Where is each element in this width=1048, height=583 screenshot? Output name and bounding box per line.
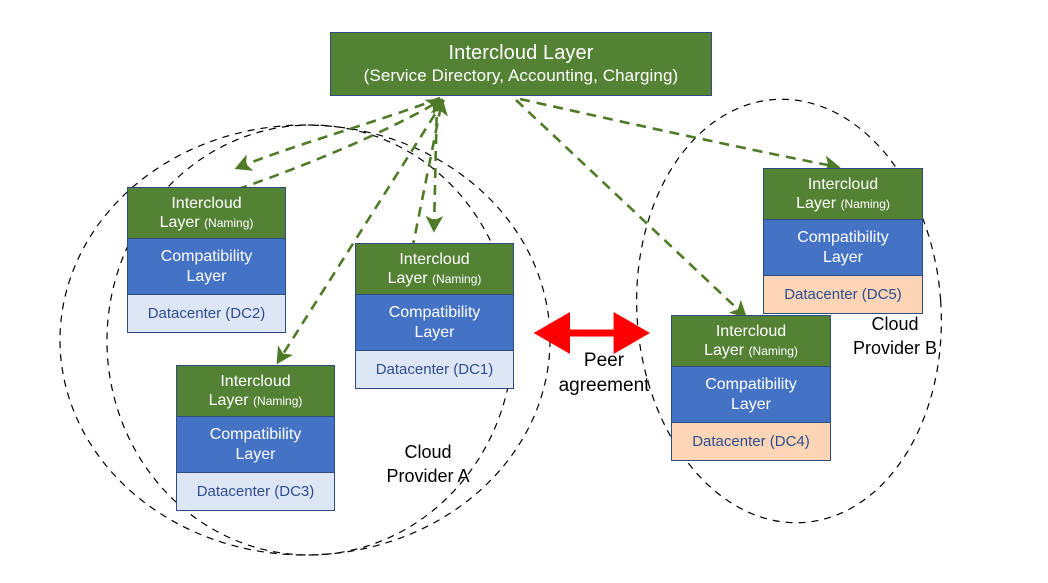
- cloud-provider-b-label: Cloud Provider B: [835, 312, 955, 360]
- peer-agreement-line1: Peer: [583, 350, 625, 371]
- stack-dc3-compatibility-layer: Compatibility Layer: [176, 417, 335, 473]
- stack-dc4-intercloud-layer: Intercloud Layer (Naming): [671, 315, 831, 367]
- stack-dc4-datacenter-label: Datacenter (DC4): [692, 433, 810, 450]
- stack-dc5-intercloud-naming: (Naming): [840, 196, 890, 211]
- intercloud-top-title: Intercloud Layer: [448, 42, 594, 64]
- stack-dc4-compat-line1: Compatibility: [705, 375, 797, 393]
- stack-dc3-datacenter-label: Datacenter (DC3): [196, 483, 315, 500]
- stack-dc3-datacenter: Datacenter (DC3): [176, 473, 335, 511]
- stack-dc2-datacenter: Datacenter (DC2): [127, 295, 286, 333]
- stack-dc1-compat-line2: Layer: [414, 323, 455, 341]
- stack-dc4-compatibility-layer: Compatibility Layer: [671, 367, 831, 423]
- stack-dc1-compat-line1: Compatibility: [388, 303, 481, 321]
- stack-dc5-intercloud-line1: Intercloud: [807, 175, 879, 193]
- link-top-to-dc1: [425, 99, 444, 233]
- stack-dc2-intercloud-line1: Intercloud: [171, 194, 242, 212]
- stack-dc1-datacenter-label: Datacenter (DC1): [375, 361, 494, 378]
- stack-dc1-intercloud-line1: Intercloud: [399, 250, 470, 268]
- stack-dc5-compatibility-layer: Compatibility Layer: [763, 220, 923, 276]
- stack-dc1-compatibility-layer: Compatibility Layer: [355, 295, 514, 351]
- cloud-provider-a-line2: Provider A: [386, 466, 470, 486]
- stack-dc4-intercloud-line2: Layer (Naming): [704, 341, 798, 359]
- diagram-canvas: Intercloud Layer (Service Directory, Acc…: [0, 0, 1048, 583]
- stack-dc1-intercloud-line2: Layer (Naming): [387, 269, 482, 287]
- stack-dc4: Intercloud Layer (Naming) Compatibility …: [671, 315, 831, 461]
- stack-dc3-intercloud-line2: Layer (Naming): [208, 391, 303, 409]
- stack-dc3-compat-line1: Compatibility: [209, 425, 302, 443]
- stack-dc3-intercloud-line1: Intercloud: [220, 372, 291, 390]
- stack-dc4-compat-line2: Layer: [730, 395, 772, 413]
- intercloud-layer-top-box: Intercloud Layer (Service Directory, Acc…: [330, 32, 712, 96]
- stack-dc3: Intercloud Layer (Naming) Compatibility …: [176, 365, 335, 511]
- stack-dc5-compat-line1: Compatibility: [797, 228, 889, 246]
- stack-dc2-intercloud-layer: Intercloud Layer (Naming): [127, 187, 286, 239]
- stack-dc1-datacenter: Datacenter (DC1): [355, 351, 514, 389]
- stack-dc2-datacenter-label: Datacenter (DC2): [147, 305, 266, 322]
- link-top-to-dc4: [515, 99, 747, 318]
- stack-dc2-compatibility-layer: Compatibility Layer: [127, 239, 286, 295]
- stack-dc3-intercloud-layer: Intercloud Layer (Naming): [176, 365, 335, 417]
- stack-dc1: Intercloud Layer (Naming) Compatibility …: [355, 243, 514, 389]
- link-dc2-to-top: [204, 98, 444, 202]
- stack-dc2-compat-line1: Compatibility: [160, 247, 253, 265]
- stack-dc2-intercloud-naming: (Naming): [204, 215, 254, 230]
- stack-dc4-datacenter: Datacenter (DC4): [671, 423, 831, 461]
- cloud-provider-b-line2: Provider B: [852, 338, 938, 358]
- link-dc1-to-top: [410, 98, 448, 251]
- stack-dc4-intercloud-naming: (Naming): [748, 343, 798, 358]
- stack-dc5-intercloud-layer: Intercloud Layer (Naming): [763, 168, 923, 220]
- stack-dc2-intercloud-line2: Layer (Naming): [159, 213, 254, 231]
- intercloud-top-subtitle: (Service Directory, Accounting, Charging…: [363, 66, 679, 85]
- link-top-to-dc2: [234, 96, 441, 171]
- cloud-provider-b-line1: Cloud: [871, 314, 919, 334]
- stack-dc5: Intercloud Layer (Naming) Compatibility …: [763, 168, 923, 314]
- peer-agreement-label: Peer agreement: [540, 348, 668, 398]
- stack-dc3-compat-line2: Layer: [235, 445, 276, 463]
- stack-dc1-intercloud-layer: Intercloud Layer (Naming): [355, 243, 514, 295]
- stack-dc5-compat-line2: Layer: [822, 248, 864, 266]
- stack-dc4-intercloud-line1: Intercloud: [715, 322, 787, 340]
- stack-dc5-intercloud-line2: Layer (Naming): [796, 194, 890, 212]
- stack-dc1-intercloud-naming: (Naming): [432, 271, 482, 286]
- link-top-to-dc5: [519, 97, 841, 174]
- peer-agreement-line2: agreement: [558, 375, 650, 396]
- cloud-provider-a-label: Cloud Provider A: [363, 440, 493, 488]
- stack-dc3-intercloud-naming: (Naming): [253, 393, 303, 408]
- stack-dc5-datacenter-label: Datacenter (DC5): [784, 286, 902, 303]
- stack-dc2: Intercloud Layer (Naming) Compatibility …: [127, 187, 286, 333]
- stack-dc2-compat-line2: Layer: [186, 267, 227, 285]
- cloud-provider-a-line1: Cloud: [404, 442, 452, 462]
- stack-dc5-datacenter: Datacenter (DC5): [763, 276, 923, 314]
